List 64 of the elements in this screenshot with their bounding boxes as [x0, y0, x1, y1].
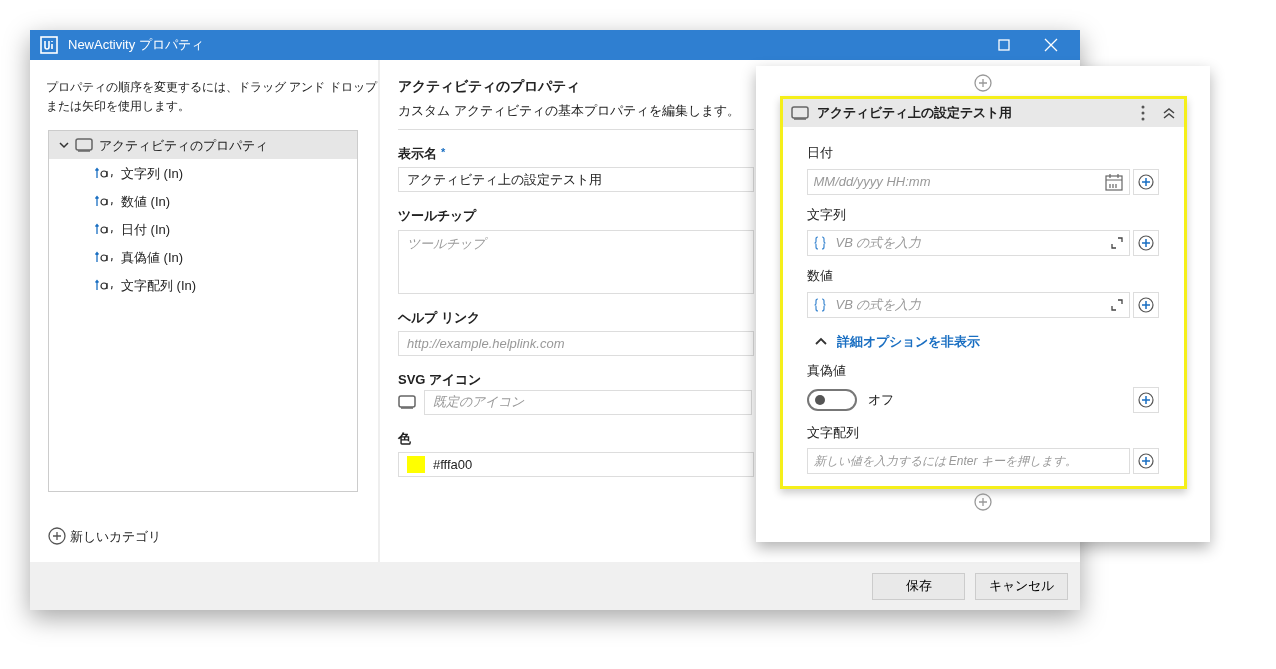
- argument-icon: [95, 166, 115, 181]
- add-button[interactable]: [1132, 168, 1159, 195]
- braces-icon: [813, 236, 826, 250]
- field-label: SVG アイコン: [398, 371, 482, 389]
- new-category-button[interactable]: 新しいカテゴリ: [48, 526, 358, 546]
- expand-icon[interactable]: [1110, 298, 1123, 311]
- tree-item[interactable]: 真偽値 (In): [49, 243, 357, 272]
- window-title: NewActivity プロパティ: [68, 36, 205, 55]
- field-label: 色: [398, 429, 411, 448]
- add-button[interactable]: [1132, 230, 1159, 256]
- toggle-state-text: オフ: [867, 390, 895, 409]
- window-icon: [75, 138, 93, 153]
- tree-item[interactable]: 文字配列 (In): [49, 271, 357, 300]
- add-button[interactable]: [1132, 448, 1159, 474]
- chevron-down-icon: [59, 140, 69, 151]
- calendar-icon[interactable]: [1104, 172, 1123, 191]
- add-icon: [48, 527, 66, 546]
- argument-icon: [95, 222, 115, 237]
- field-label: 文字配列: [806, 423, 860, 442]
- window-icon: [790, 106, 809, 120]
- section-description: カスタム アクティビティの基本プロパティを編集します。: [398, 102, 740, 120]
- input-field[interactable]: アクティビティ上の設定テスト用: [398, 167, 754, 192]
- section-heading: アクティビティのプロパティ: [398, 77, 580, 96]
- tree-item[interactable]: 数値 (In): [49, 187, 357, 216]
- expand-icon[interactable]: [1110, 237, 1123, 249]
- advanced-options-link[interactable]: 詳細オプションを非表示: [814, 331, 980, 351]
- plus-icon: [1137, 296, 1154, 313]
- maximize-icon: [998, 39, 1010, 51]
- field-label: 日付: [806, 144, 834, 162]
- app-logo-icon: [40, 36, 58, 54]
- window-icon: [398, 395, 416, 409]
- field-label: ツールチップ: [398, 207, 476, 225]
- chevron-up-icon: [814, 337, 827, 346]
- plus-icon: [1137, 391, 1154, 408]
- add-button[interactable]: [1132, 386, 1159, 413]
- add-button[interactable]: [1132, 291, 1159, 318]
- close-icon: [1044, 38, 1058, 52]
- braces-icon: [813, 297, 826, 312]
- plus-icon[interactable]: [974, 74, 992, 92]
- plus-icon: [1137, 173, 1154, 190]
- argument-icon: [95, 278, 115, 293]
- argument-icon: [95, 250, 115, 265]
- plus-icon: [1137, 235, 1154, 251]
- activity-title: アクティビティ上の設定テスト用: [816, 104, 1013, 123]
- required-mark: *: [441, 145, 446, 158]
- plus-icon[interactable]: [974, 493, 992, 511]
- cancel-button[interactable]: キャンセル: [975, 572, 1068, 600]
- collapse-icon[interactable]: [1161, 107, 1176, 119]
- save-button[interactable]: 保存: [872, 572, 965, 600]
- more-icon[interactable]: [1139, 105, 1146, 121]
- toggle-switch[interactable]: [806, 388, 857, 411]
- field-label: 数値: [806, 267, 834, 285]
- argument-icon: [95, 194, 115, 209]
- plus-icon: [1137, 453, 1154, 469]
- color-field[interactable]: #fffa00: [398, 452, 754, 477]
- field-label: 文字列: [806, 205, 847, 224]
- color-swatch[interactable]: [407, 456, 425, 473]
- tree-item[interactable]: アクティビティのプロパティ: [49, 131, 357, 160]
- tree-item[interactable]: 日付 (In): [49, 215, 357, 244]
- field-label: 真偽値: [806, 362, 847, 380]
- field-label: 表示名: [398, 145, 437, 161]
- hint-text: プロパティの順序を変更するには、ドラッグ アンド ドロップまたは矢印を使用します。: [46, 79, 378, 116]
- tree-item[interactable]: 文字列 (In): [49, 159, 357, 188]
- field-label: ヘルプ リンク: [398, 308, 480, 327]
